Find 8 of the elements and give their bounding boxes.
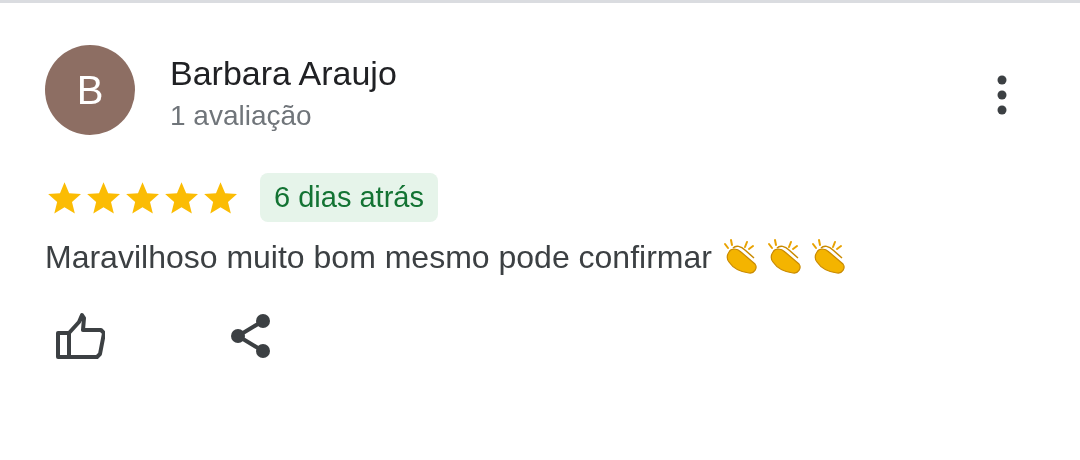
more-options-icon[interactable] [996, 75, 1008, 115]
thumbs-up-icon[interactable] [55, 312, 105, 360]
date-badge: 6 dias atrás [260, 173, 438, 222]
author-name: Barbara Araujo [170, 53, 397, 94]
share-icon[interactable] [230, 313, 272, 359]
avatar: B [45, 45, 135, 135]
review-text: Maravilhoso muito bom mesmo pode confirmar [45, 238, 712, 276]
review-count: 1 avaliação [170, 99, 313, 133]
